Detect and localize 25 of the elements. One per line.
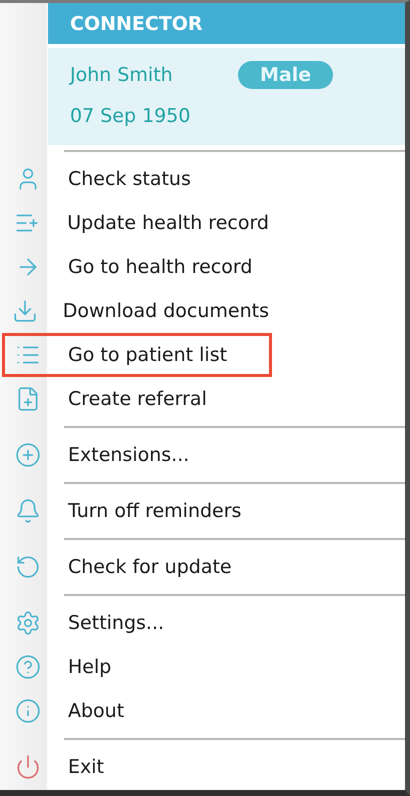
menu-item[interactable]: Check for update (2, 545, 272, 589)
menu-item[interactable]: Go to patient list (2, 333, 272, 377)
menu-item[interactable]: Go to health record (2, 245, 272, 289)
patient-name: John Smith (70, 64, 174, 86)
menu-item[interactable]: Help (2, 645, 272, 689)
plus-circle-icon (14, 442, 40, 468)
power-icon (14, 754, 40, 780)
menu-item[interactable]: About (2, 689, 272, 733)
menu-item[interactable]: Update health record (2, 201, 272, 245)
gender-badge: Male (238, 61, 334, 89)
menu-item[interactable]: Turn off reminders (2, 489, 272, 533)
settings-icon (14, 610, 40, 636)
menu-item[interactable]: Extensions... (2, 433, 272, 477)
download-icon (12, 298, 38, 324)
menu-item[interactable]: Check status (2, 157, 272, 201)
refresh-icon (14, 554, 40, 580)
menu-item[interactable]: Create referral (2, 377, 272, 421)
menu-item[interactable]: Exit (2, 745, 272, 789)
help-icon (14, 654, 40, 680)
birth-date: 07 Sep 1950 (70, 105, 192, 127)
menu-item[interactable]: Download documents (2, 289, 272, 333)
bell-icon (14, 498, 40, 524)
info-icon (14, 698, 40, 724)
menu-item[interactable]: Settings... (2, 601, 272, 645)
header-title: CONNECTOR (48, 3, 405, 44)
